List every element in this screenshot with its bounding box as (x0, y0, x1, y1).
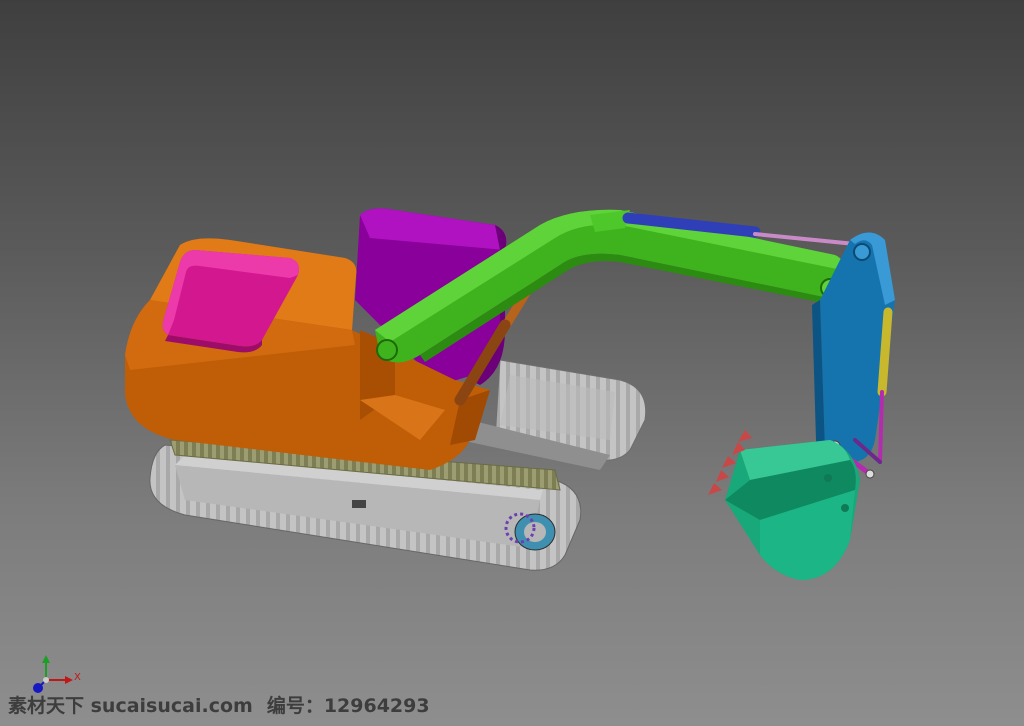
bucket (725, 440, 860, 580)
watermark-id: 编号：12964293 (266, 694, 430, 717)
watermark: 素材天下 sucaisucai.com 编号：12964293 (8, 690, 430, 718)
x-axis-label: X (74, 672, 81, 683)
excavator-model[interactable] (0, 0, 1024, 726)
cad-viewport[interactable]: X 素材天下 sucaisucai.com 编号：12964293 (0, 0, 1024, 726)
watermark-site: 素材天下 sucaisucai.com (8, 694, 253, 717)
